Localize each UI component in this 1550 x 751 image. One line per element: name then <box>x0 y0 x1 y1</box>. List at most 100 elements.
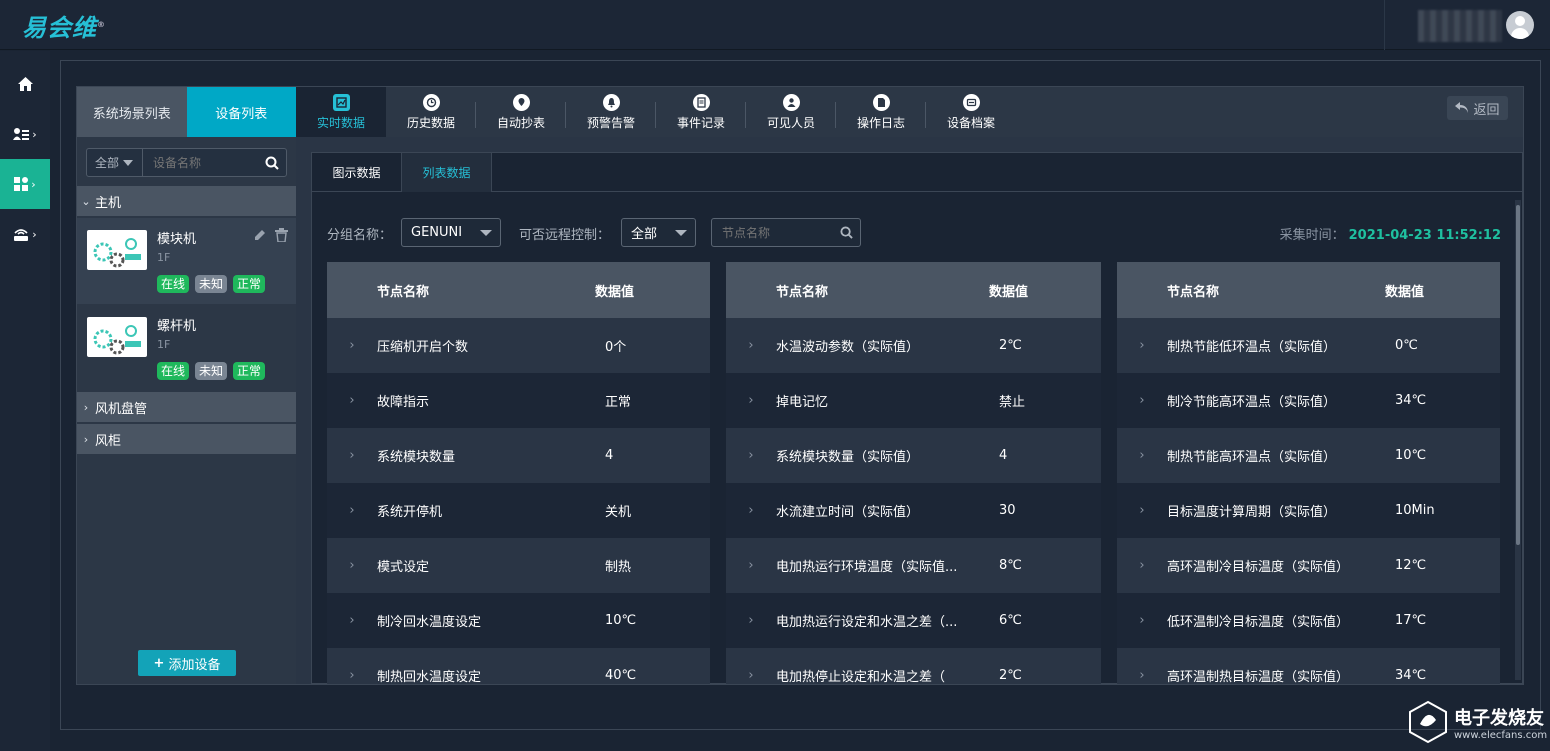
table-row[interactable]: › 掉电记忆 禁止 <box>726 373 1101 428</box>
table-row[interactable]: › 制热节能低环温点（实际值） 0℃ <box>1117 318 1500 373</box>
tab-device-list[interactable]: 设备列表 <box>186 87 296 137</box>
apps-nav[interactable]: › <box>0 159 50 209</box>
device-thumbnail <box>87 317 147 357</box>
table-row[interactable]: › 系统开停机 关机 <box>327 483 710 538</box>
chevron-right-icon[interactable]: › <box>1117 558 1167 573</box>
device-search: 全部 <box>86 148 287 177</box>
app-logo[interactable]: 易会维® <box>22 8 106 43</box>
bell-icon <box>602 93 620 111</box>
table-row[interactable]: › 故障指示 正常 <box>327 373 710 428</box>
table-row[interactable]: › 水流建立时间（实际值） 30 <box>726 483 1101 538</box>
chevron-right-icon[interactable]: › <box>726 558 776 573</box>
tab-scene-list[interactable]: 系统场景列表 <box>77 87 187 137</box>
device-floor: 1F <box>157 251 171 264</box>
group-name-label: 分组名称： <box>327 228 393 243</box>
table-row[interactable]: › 高环温制冷目标温度（实际值） 12℃ <box>1117 538 1500 593</box>
function-tabs: 实时数据 历史数据 自动抄表 预警告警 事件记录 可见人员 操作日志 设备档案 <box>296 87 1523 137</box>
table-row[interactable]: › 系统模块数量 4 <box>327 428 710 483</box>
node-search-input[interactable] <box>712 225 832 240</box>
table-row[interactable]: › 电加热停止设定和水温之差（ 2℃ <box>726 648 1101 684</box>
tab-event-log[interactable]: 事件记录 <box>656 87 746 137</box>
device-search-input[interactable] <box>143 155 258 170</box>
device-item[interactable]: 螺杆机 1F 在线 未知 正常 <box>77 305 296 391</box>
scrollbar-thumb[interactable] <box>1516 205 1520 545</box>
table-row[interactable]: › 高环温制热目标温度（实际值） 34℃ <box>1117 648 1500 684</box>
table-row[interactable]: › 压缩机开启个数 0个 <box>327 318 710 373</box>
chevron-right-icon[interactable]: › <box>327 613 377 628</box>
device-name: 模块机 <box>157 232 197 247</box>
table-row[interactable]: › 电加热运行环境温度（实际值... 8℃ <box>726 538 1101 593</box>
chevron-right-icon[interactable]: › <box>726 613 776 628</box>
node-name: 电加热停止设定和水温之差（ <box>776 670 946 684</box>
tab-operation-log[interactable]: 操作日志 <box>836 87 926 137</box>
tab-list-data[interactable]: 列表数据 <box>402 153 492 192</box>
chevron-right-icon[interactable]: › <box>1117 393 1167 408</box>
search-icon[interactable] <box>258 156 286 170</box>
chevron-right-icon[interactable]: › <box>327 558 377 573</box>
chevron-right-icon[interactable]: › <box>1117 448 1167 463</box>
chevron-right-icon[interactable]: › <box>1117 503 1167 518</box>
node-name: 水流建立时间（实际值） <box>776 505 920 520</box>
search-icon[interactable] <box>832 226 860 239</box>
group-air-cabinet[interactable]: › 风柜 <box>77 424 296 454</box>
chevron-right-icon[interactable]: › <box>327 668 377 683</box>
node-value: 2℃ <box>999 668 1022 683</box>
tab-alarm[interactable]: 预警告警 <box>566 87 656 137</box>
group-host[interactable]: ⌄ 主机 <box>77 186 296 216</box>
remote-control-select[interactable]: 全部 <box>621 218 696 247</box>
avatar[interactable] <box>1506 11 1534 39</box>
node-name: 掉电记忆 <box>776 395 829 410</box>
chevron-right-icon[interactable]: › <box>327 503 377 518</box>
node-value: 禁止 <box>999 395 1026 410</box>
table-row[interactable]: › 制冷回水温度设定 10℃ <box>327 593 710 648</box>
status-badge: 在线 <box>157 362 190 380</box>
chevron-right-icon[interactable]: › <box>327 448 377 463</box>
chevron-right-icon[interactable]: › <box>327 393 377 408</box>
tab-realtime[interactable]: 实时数据 <box>296 87 386 137</box>
tab-visible-users[interactable]: 可见人员 <box>746 87 836 137</box>
caret-down-icon <box>480 230 492 236</box>
table-row[interactable]: › 制冷节能高环温点（实际值） 34℃ <box>1117 373 1500 428</box>
router-icon <box>14 229 29 241</box>
group-select[interactable]: GENUNI <box>401 218 501 247</box>
table-row[interactable]: › 制热回水温度设定 40℃ <box>327 648 710 684</box>
user-list-nav[interactable]: › <box>0 109 50 159</box>
table-row[interactable]: › 模式设定 制热 <box>327 538 710 593</box>
node-name: 高环温制冷目标温度（实际值） <box>1167 560 1350 575</box>
device-filter-select[interactable]: 全部 <box>87 149 143 176</box>
device-item[interactable]: 模块机 1F 在线 未知 正常 <box>77 218 296 304</box>
table-row[interactable]: › 系统模块数量（实际值） 4 <box>726 428 1101 483</box>
chevron-right-icon[interactable]: › <box>726 503 776 518</box>
chevron-right-icon[interactable]: › <box>1117 613 1167 628</box>
chevron-right-icon[interactable]: › <box>726 393 776 408</box>
router-nav[interactable]: › <box>0 209 50 259</box>
log-icon <box>872 93 890 111</box>
delete-icon[interactable] <box>275 228 288 242</box>
table-row[interactable]: › 电加热运行设定和水温之差（... 6℃ <box>726 593 1101 648</box>
tab-device-archive[interactable]: 设备档案 <box>926 87 1016 137</box>
group-fan-coil[interactable]: › 风机盘管 <box>77 392 296 422</box>
chevron-right-icon[interactable]: › <box>726 448 776 463</box>
undo-icon <box>1455 102 1469 113</box>
chevron-right-icon[interactable]: › <box>1117 668 1167 683</box>
tab-auto-meter[interactable]: 自动抄表 <box>476 87 566 137</box>
table-row[interactable]: › 制热节能高环温点（实际值） 10℃ <box>1117 428 1500 483</box>
chevron-right-icon[interactable]: › <box>726 668 776 683</box>
location-icon <box>512 93 530 111</box>
tab-history[interactable]: 历史数据 <box>386 87 476 137</box>
node-name: 模式设定 <box>377 560 430 575</box>
node-name: 系统开停机 <box>377 505 443 520</box>
chevron-right-icon[interactable]: › <box>726 338 776 353</box>
chevron-right-icon[interactable]: › <box>327 338 377 353</box>
table-row[interactable]: › 目标温度计算周期（实际值） 10Min <box>1117 483 1500 538</box>
edit-icon[interactable] <box>253 228 267 242</box>
node-name: 系统模块数量（实际值） <box>776 450 920 465</box>
add-device-button[interactable]: + 添加设备 <box>138 650 236 676</box>
table-row[interactable]: › 低环温制冷目标温度（实际值） 17℃ <box>1117 593 1500 648</box>
node-name: 系统模块数量 <box>377 450 456 465</box>
table-row[interactable]: › 水温波动参数（实际值） 2℃ <box>726 318 1101 373</box>
back-button[interactable]: 返回 <box>1447 96 1508 120</box>
home-nav[interactable] <box>0 59 50 109</box>
chevron-right-icon[interactable]: › <box>1117 338 1167 353</box>
tab-chart-data[interactable]: 图示数据 <box>312 153 402 192</box>
